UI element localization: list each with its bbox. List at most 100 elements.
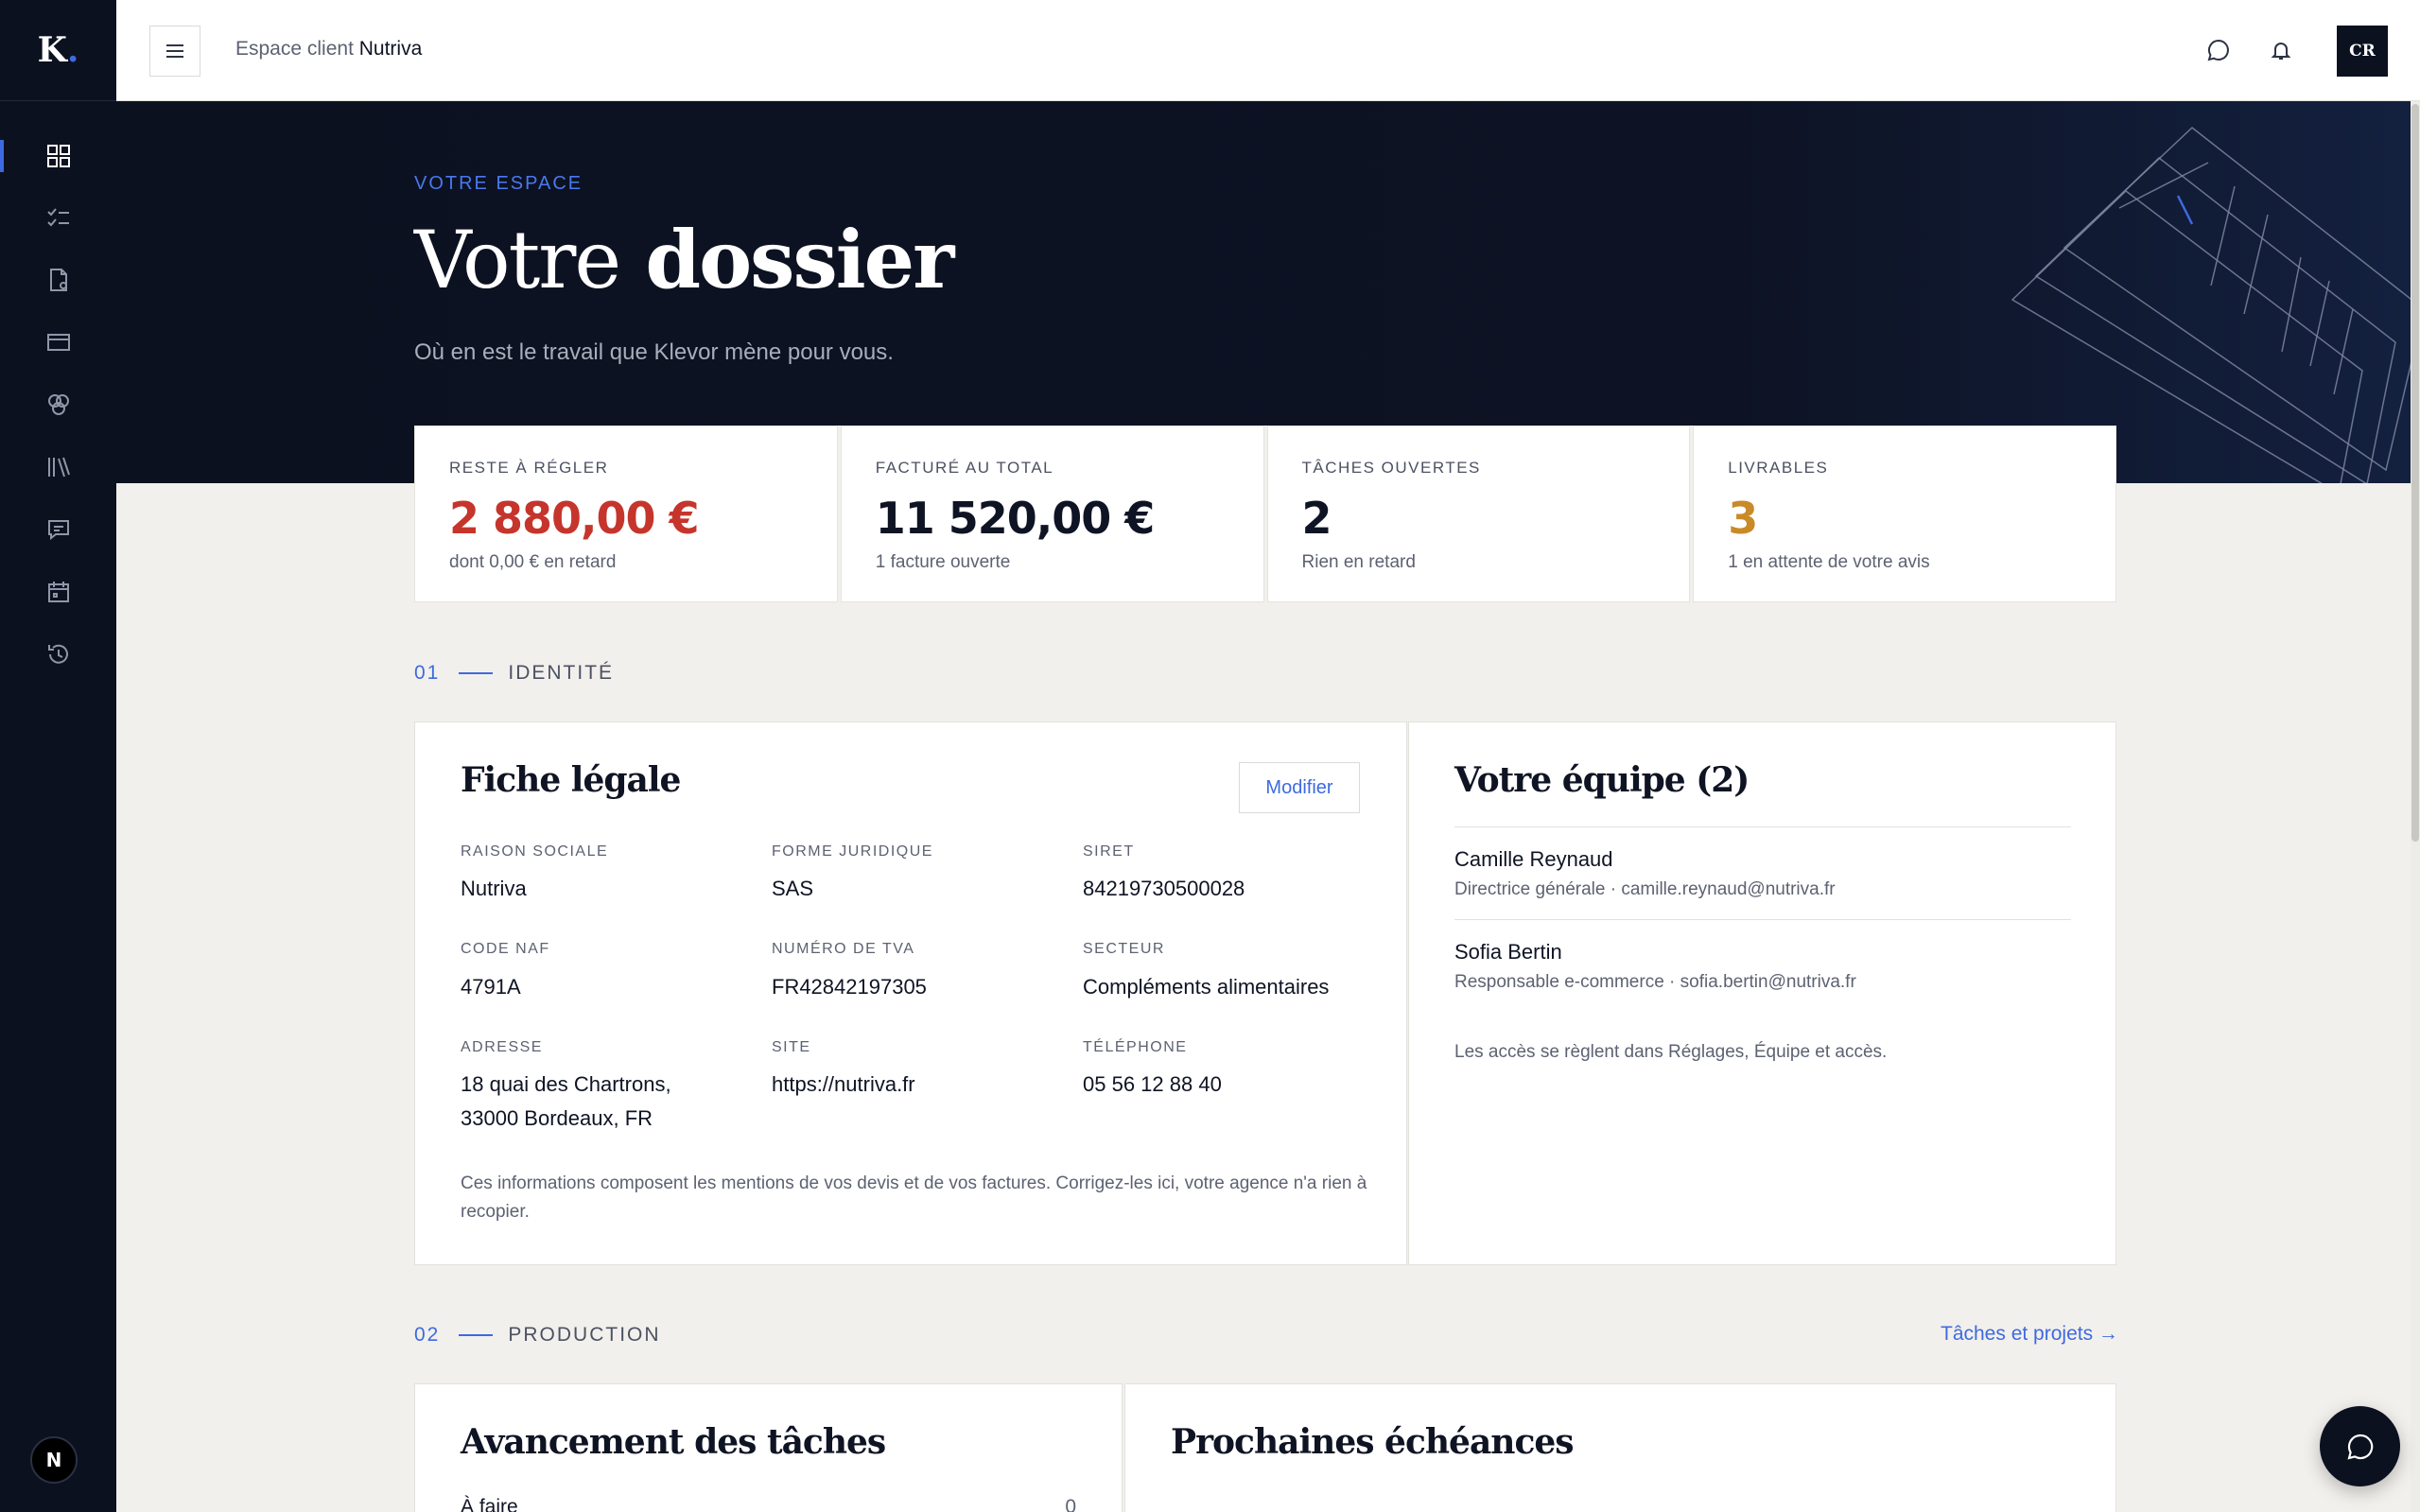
chat-floating-button[interactable] (2320, 1406, 2400, 1486)
stat-card-deliverables[interactable]: LIVRABLES 3 1 en attente de votre avis (1693, 426, 2116, 602)
team-member-role: Responsable e-commerce · sofia.bertin@nu… (1454, 972, 1856, 992)
scrollbar-thumb[interactable] (2411, 104, 2419, 842)
breadcrumb-client: Nutriva (358, 38, 423, 60)
stat-card-balance[interactable]: RESTE À RÉGLER 2 880,00 € dont 0,00 € en… (414, 426, 838, 602)
deadlines-card-title: Prochaines échéances (1171, 1422, 1575, 1462)
field-value-siret: 84219730500028 (1083, 877, 1245, 900)
sidebar-item-messages[interactable] (0, 506, 116, 553)
team-title-light: Votre (1454, 760, 1552, 800)
section-header-production: 02 PRODUCTION (414, 1324, 661, 1347)
deadlines-card: Prochaines échéances (1124, 1383, 2116, 1512)
menu-icon (166, 44, 183, 58)
section-header-identity: 01 IDENTITÉ (414, 662, 614, 685)
stat-value: 2 880,00 € (449, 493, 700, 544)
field-value-company-name: Nutriva (461, 877, 527, 900)
team-member-name: Sofia Bertin (1454, 940, 1562, 964)
sidebar-item-history[interactable] (0, 631, 116, 678)
notifications-button[interactable] (2265, 34, 2297, 66)
field-label-company-name: RAISON SOCIALE (461, 843, 609, 860)
stats-row: RESTE À RÉGLER 2 880,00 € dont 0,00 € en… (414, 426, 2116, 602)
page-title: Votre dossier (414, 213, 954, 306)
document-icon (49, 269, 67, 291)
legal-card: Fiche légale Modifier RAISON SOCIALE Nut… (414, 721, 1407, 1265)
section-label: PRODUCTION (508, 1324, 661, 1346)
section-number: 02 (414, 1324, 441, 1346)
legal-note: Ces informations composent les mentions … (461, 1173, 1367, 1222)
breadcrumb: Espace client Nutriva (235, 38, 422, 61)
account-avatar[interactable]: N (30, 1436, 78, 1484)
hero-eyebrow: VOTRE ESPACE (414, 173, 583, 194)
stat-card-open-tasks[interactable]: TÂCHES OUVERTES 2 Rien en retard (1266, 426, 1691, 602)
team-member-role: Directrice générale · camille.reynaud@nu… (1454, 879, 1836, 899)
section-label: IDENTITÉ (508, 662, 615, 684)
page-title-bold: dossier (645, 213, 954, 306)
stat-label: RESTE À RÉGLER (449, 459, 609, 477)
field-label-legal-form: FORME JURIDIQUE (772, 843, 933, 860)
tasks-title-light: Avancement (461, 1422, 685, 1462)
section-dash (459, 1334, 494, 1336)
field-label-sector: SECTEUR (1083, 941, 1165, 957)
legal-title-light: Fiche (461, 760, 561, 800)
team-title-bold: équipe (2) (1561, 760, 1750, 800)
stat-value: 3 (1728, 493, 1758, 544)
deadlines-title-light: Prochaines (1171, 1422, 1374, 1462)
logo-dot: . (66, 30, 79, 70)
menu-toggle-button[interactable] (149, 26, 200, 77)
deadlines-title-bold: échéances (1384, 1422, 1574, 1462)
card-icon (46, 334, 70, 351)
stat-label: LIVRABLES (1728, 459, 1829, 477)
sidebar: K. N (0, 0, 116, 1512)
logo-letter: K (37, 30, 67, 70)
field-value-naf: 4791A (461, 975, 521, 999)
hero-subtitle: Où en est le travail que Klevor mène pou… (414, 339, 894, 365)
stat-subtext: 1 en attente de votre avis (1728, 552, 1930, 572)
task-status-count: 0 (1065, 1496, 1076, 1512)
sidebar-item-brand[interactable] (0, 381, 116, 428)
stat-subtext: Rien en retard (1301, 552, 1416, 572)
top-bar: Espace client Nutriva CR (116, 0, 2420, 101)
section-number: 01 (414, 662, 441, 684)
sidebar-item-documents[interactable] (0, 256, 116, 304)
dashboard-icon (46, 145, 70, 167)
sidebar-item-tasks[interactable] (0, 194, 116, 241)
tasks-card-title: Avancement des tâches (461, 1422, 886, 1462)
field-value-website: https://nutriva.fr (772, 1072, 915, 1096)
chat-icon (2207, 39, 2229, 61)
divider (1454, 919, 2071, 920)
history-icon (47, 644, 68, 664)
tasks-title-bold: des tâches (694, 1422, 886, 1462)
circles-icon (47, 394, 69, 415)
stat-value: 11 520,00 € (875, 493, 1156, 544)
tasks-progress-card: Avancement des tâches À faire 0 (414, 1383, 1123, 1512)
calendar-icon (47, 582, 69, 602)
field-label-address: ADRESSE (461, 1039, 543, 1055)
legal-title-bold: légale (570, 760, 682, 800)
section-dash (459, 672, 494, 674)
brand-logo[interactable]: K. (0, 0, 116, 101)
stat-value: 2 (1301, 493, 1332, 544)
stat-label: TÂCHES OUVERTES (1301, 459, 1481, 477)
field-label-website: SITE (772, 1039, 811, 1055)
team-member-name: Camille Reynaud (1454, 847, 1613, 871)
legal-card-title: Fiche légale (461, 760, 682, 800)
stat-card-invoiced[interactable]: FACTURÉ AU TOTAL 11 520,00 € 1 facture o… (840, 426, 1264, 602)
tasks-projects-link[interactable]: Tâches et projets → (1941, 1323, 2118, 1346)
sidebar-item-calendar[interactable] (0, 568, 116, 616)
team-card: Votre équipe (2) Camille Reynaud Directr… (1408, 721, 2116, 1265)
sidebar-item-library[interactable] (0, 443, 116, 491)
breadcrumb-prefix: Espace client (235, 38, 354, 60)
stat-subtext: dont 0,00 € en retard (449, 552, 617, 572)
divider (1454, 826, 2071, 827)
sidebar-item-dashboard[interactable] (0, 132, 116, 180)
field-value-phone: 05 56 12 88 40 (1083, 1072, 1222, 1096)
chat-bubble-icon (2346, 1434, 2373, 1460)
field-value-legal-form: SAS (772, 877, 814, 900)
field-value-vat: FR42842197305 (772, 975, 927, 999)
sidebar-item-billing[interactable] (0, 319, 116, 366)
tasks-icon (46, 208, 69, 227)
chat-button[interactable] (2202, 34, 2235, 66)
user-avatar[interactable]: CR (2337, 26, 2388, 77)
stat-subtext: 1 facture ouverte (875, 552, 1011, 572)
modify-button[interactable]: Modifier (1239, 762, 1360, 813)
bell-icon (2271, 43, 2291, 60)
